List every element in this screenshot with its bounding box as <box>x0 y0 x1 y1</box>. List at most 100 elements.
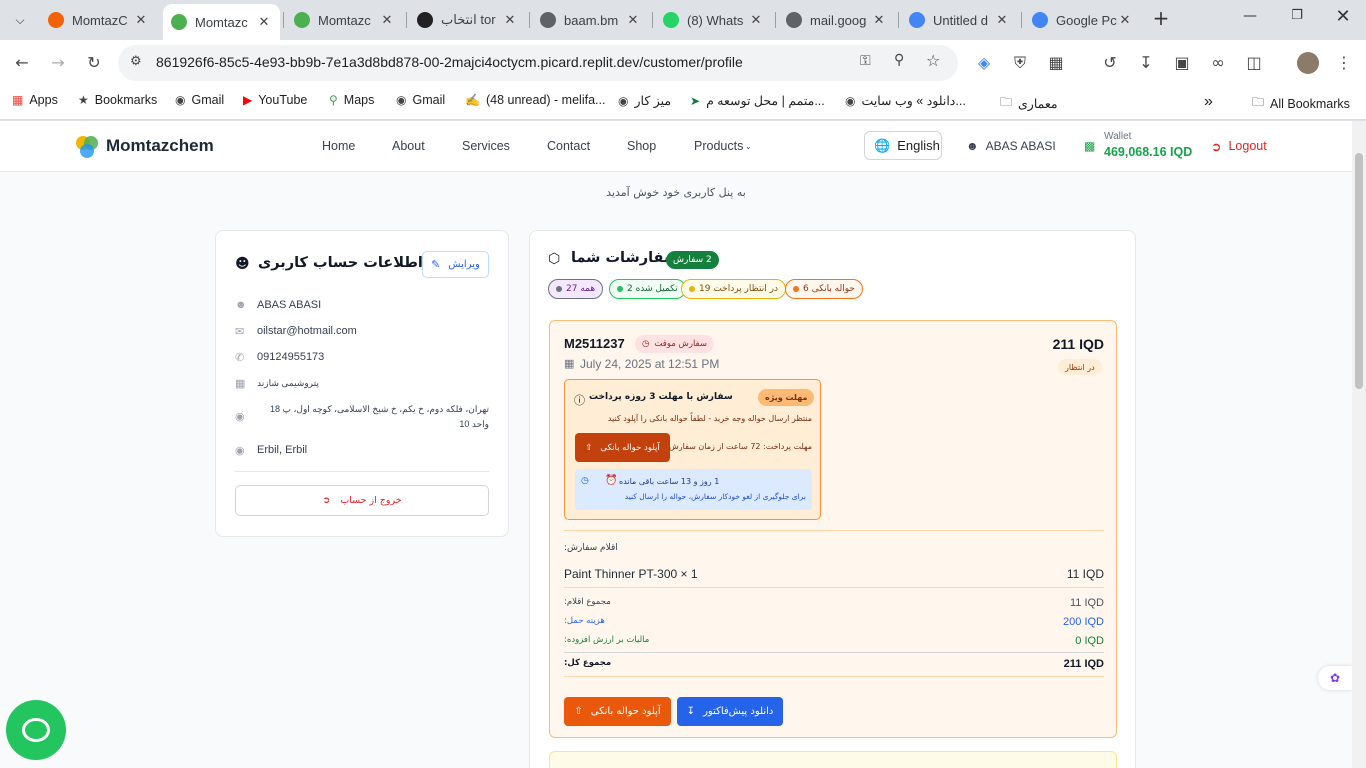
browser-tab[interactable]: Google Pc ✕ <box>1024 6 1141 34</box>
menu-icon[interactable]: ⋮ <box>1332 53 1356 72</box>
extensions-icon[interactable]: ▦ <box>1044 53 1068 72</box>
vat-value: 0 IQD <box>1075 635 1104 647</box>
maximize-button[interactable]: ❐ <box>1287 8 1307 23</box>
key-icon[interactable]: ⚿ <box>860 53 871 69</box>
nav-products-chevron-icon[interactable]: ⌄ <box>745 142 752 151</box>
wallet-icon: ▩ <box>1084 139 1096 153</box>
more-bookmarks-icon[interactable]: » <box>1204 93 1213 111</box>
bookmark-label: دانلود » وب سایت... <box>861 94 966 108</box>
wallet-balance[interactable]: 469,068.16 IQD <box>1104 145 1192 159</box>
tab-separator <box>1021 12 1022 28</box>
download-icon[interactable]: ↧ <box>1134 53 1158 72</box>
minimize-button[interactable]: — <box>1240 8 1260 24</box>
notice-upload-button[interactable]: آپلود حواله بانکی ⇧ <box>575 433 670 462</box>
browser-tab[interactable]: MomtazC ✕ <box>40 6 157 34</box>
close-tab-icon[interactable]: ✕ <box>379 13 395 28</box>
browser-tab[interactable]: baam.bm ✕ <box>532 6 649 34</box>
bookmark-item[interactable]: ✍ (48 unread) - melifa... <box>465 93 605 107</box>
language-selector[interactable]: 🌐 English <box>864 131 942 160</box>
browser-tab[interactable]: mail.goog ✕ <box>778 6 895 34</box>
brand-logo-icon[interactable] <box>74 134 100 160</box>
order-filter-pill[interactable]: حواله بانکی 6 <box>785 279 863 299</box>
close-tab-icon[interactable]: ✕ <box>994 13 1010 28</box>
close-tab-icon[interactable]: ✕ <box>625 13 641 28</box>
logout-button[interactable]: ➲ Logout <box>1211 139 1267 154</box>
download-invoice-button[interactable]: دانلود پیش‌فاکتور ↧ <box>677 697 783 726</box>
close-tab-icon[interactable]: ✕ <box>256 15 272 30</box>
order-filter-pill[interactable]: در انتظار پرداخت 19 <box>681 279 786 299</box>
browser-tab[interactable]: Momtazc ✕ <box>286 6 403 34</box>
order-filter-pill[interactable]: همه 27 <box>548 279 604 299</box>
address-bar[interactable]: ⚙ 861926f6-85c5-4e93-bb9b-7e1a3d8bd878-0… <box>118 45 958 81</box>
profile-title: اطلاعات حساب کاربری <box>258 255 423 271</box>
shield-extension-icon[interactable]: ⛨ <box>1008 53 1032 73</box>
link-icon[interactable]: ∞ <box>1206 53 1230 72</box>
sidepanel-icon[interactable]: ◫ <box>1242 53 1266 72</box>
bookmark-item[interactable]: ▦ Apps <box>12 93 58 107</box>
user-menu[interactable]: ☻ ABAS ABASI <box>966 139 1056 153</box>
order-number[interactable]: M2511237 <box>564 336 625 351</box>
user-icon: ☻ <box>966 139 979 153</box>
close-tab-icon[interactable]: ✕ <box>748 13 764 28</box>
nav-link-contact[interactable]: Contact <box>547 139 590 153</box>
profile-avatar[interactable] <box>1297 52 1319 74</box>
tab-separator <box>652 12 653 28</box>
close-window-button[interactable]: ✕ <box>1333 6 1353 27</box>
zoom-icon[interactable]: ⚲ <box>894 52 904 68</box>
nav-link-products[interactable]: Products <box>694 139 743 153</box>
folder-icon: 🗀 <box>1252 95 1265 109</box>
folder-icon: 🗀 <box>1000 95 1013 109</box>
browser-tab[interactable]: Untitled d ✕ <box>901 6 1018 34</box>
bookmark-item[interactable]: ▶ YouTube <box>243 93 307 107</box>
order-filter-pill[interactable]: تکمیل شده 2 <box>609 279 686 299</box>
bookmark-item[interactable]: ◉ Gmail <box>396 93 445 107</box>
translate-icon[interactable]: ◈ <box>972 53 996 72</box>
bookmark-star-icon[interactable]: ☆ <box>926 51 940 70</box>
history-icon[interactable]: ↺ <box>1098 53 1122 72</box>
bookmark-item[interactable]: ◉ Gmail <box>175 93 224 107</box>
edit-button[interactable]: ویرایش ✎ <box>422 251 489 278</box>
upload-receipt-button[interactable]: آپلود حواله بانکی ⇧ <box>564 697 671 726</box>
screenshot-icon[interactable]: ▣ <box>1170 53 1194 72</box>
momtaz-logo-icon <box>294 12 310 28</box>
browser-tab[interactable]: انتخاب tor ✕ <box>409 6 526 34</box>
close-tab-icon[interactable]: ✕ <box>871 13 887 28</box>
nav-link-about[interactable]: About <box>392 139 425 153</box>
new-tab-button[interactable]: + <box>1150 8 1172 30</box>
profile-user-icon: ☻ <box>235 256 250 272</box>
nav-link-shop[interactable]: Shop <box>627 139 656 153</box>
tab-title: Momtazc <box>195 14 248 30</box>
brand-name[interactable]: Momtazchem <box>106 136 214 156</box>
bookmark-item[interactable]: ⚲ Maps <box>329 93 374 107</box>
close-tab-icon[interactable]: ✕ <box>502 13 518 28</box>
bookmark-item[interactable]: ◉ دانلود » وب سایت... <box>845 93 966 109</box>
scroll-thumb[interactable] <box>1355 153 1363 389</box>
tab-search-button[interactable]: ⌵ <box>8 8 32 32</box>
bookmark-item[interactable]: ★ Bookmarks <box>78 93 157 107</box>
logout-icon: ➲ <box>1211 140 1222 154</box>
chat-icon <box>22 718 50 742</box>
account-logout-button[interactable]: خروج از حساب ➲ <box>235 485 489 516</box>
bookmark-item[interactable]: ◉ میز کار <box>618 93 671 109</box>
bookmark-item[interactable]: ➤ متمم | محل توسعه م... <box>690 93 825 109</box>
chat-widget-button[interactable] <box>6 700 66 760</box>
nav-link-services[interactable]: Services <box>462 139 510 153</box>
site-info-icon[interactable]: ⚙ <box>130 54 142 69</box>
bookmark-item[interactable]: 🗀 معماری <box>1000 93 1058 114</box>
shipping-label: هزینه حمل: <box>564 616 605 626</box>
reload-icon[interactable]: ↻ <box>82 53 106 72</box>
forward-icon[interactable]: → <box>46 53 70 72</box>
orders-title: سفارشات شما <box>571 250 679 266</box>
back-icon[interactable]: ← <box>10 53 34 72</box>
payment-deadline-notice: ⓘ سفارش با مهلت 3 روزه پرداخت مهلت ویژه … <box>564 379 821 520</box>
url-text[interactable]: 861926f6-85c5-4e93-bb9b-7e1a3d8bd878-00-… <box>156 54 743 70</box>
all-bookmarks[interactable]: 🗀 All Bookmarks <box>1252 93 1350 114</box>
page-scrollbar[interactable] <box>1352 121 1366 768</box>
ai-assistant-icon[interactable]: ✿ <box>1318 666 1352 690</box>
nav-link-home[interactable]: Home <box>322 139 355 153</box>
bookmark-label: YouTube <box>258 93 308 107</box>
close-tab-icon[interactable]: ✕ <box>1117 13 1133 28</box>
close-tab-icon[interactable]: ✕ <box>133 13 149 28</box>
browser-tab[interactable]: Momtazc ✕ <box>163 4 280 40</box>
browser-tab[interactable]: (8) Whats ✕ <box>655 6 772 34</box>
